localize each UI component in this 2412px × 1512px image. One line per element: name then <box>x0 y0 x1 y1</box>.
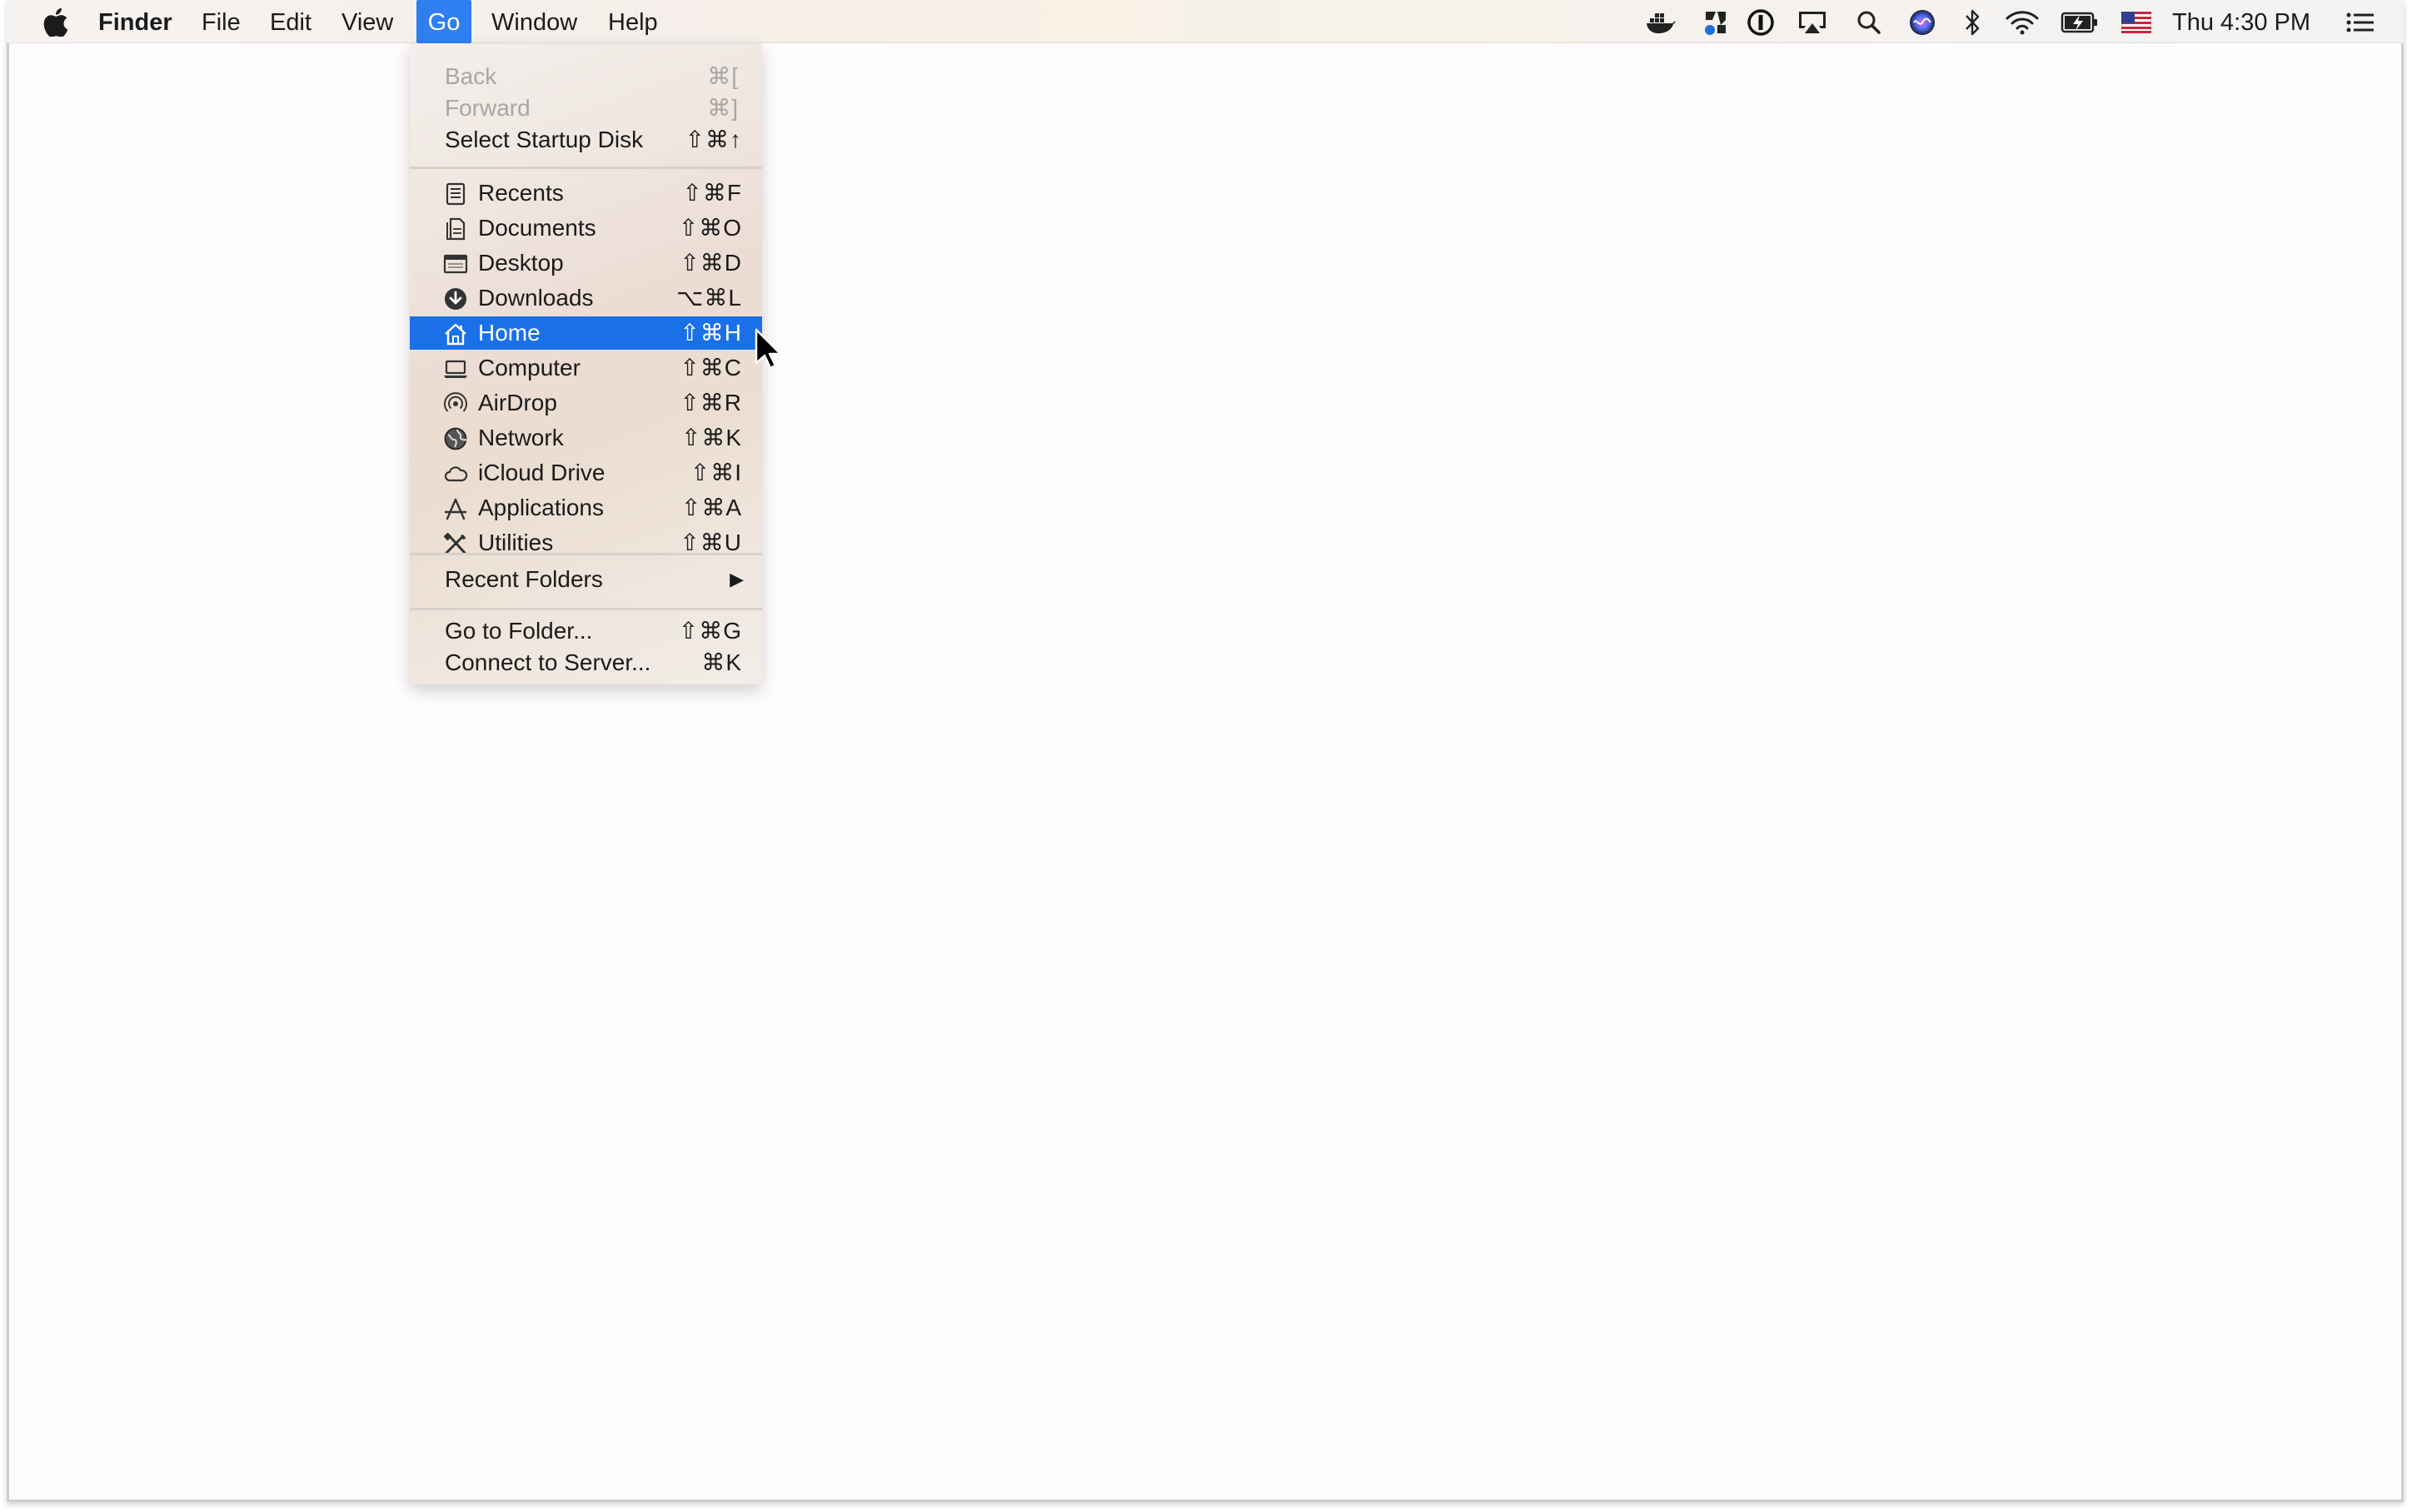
shortcut-label: ⇧⌘D <box>680 250 742 276</box>
shortcut-label: ⇧⌘F <box>682 180 742 206</box>
menu-item-label: Recent Folders <box>445 566 603 592</box>
menu-item-label: Desktop <box>478 250 564 276</box>
menu-item-label: Downloads <box>478 285 594 311</box>
team-icon[interactable] <box>1701 8 1731 37</box>
shortcut-label: ⇧⌘K <box>680 425 742 450</box>
icloud-icon <box>443 461 468 485</box>
menu-item-label: Recents <box>478 180 564 206</box>
menu-item-documents[interactable]: Documents ⇧⌘O <box>410 211 762 245</box>
menu-item-label: iCloud Drive <box>478 460 605 485</box>
menu-item-label: Go to Folder... <box>445 618 593 644</box>
apple-logo-icon[interactable] <box>43 0 73 43</box>
menu-item-applications[interactable]: Applications ⇧⌘A <box>410 491 762 525</box>
menubar-clock[interactable]: Thu 4:30 PM <box>2172 0 2310 43</box>
shortcut-label: ⇧⌘I <box>690 460 742 485</box>
menu-help[interactable]: Help <box>608 0 658 43</box>
shortcut-label: ⇧⌘H <box>680 320 742 346</box>
submenu-arrow-icon: ▶ <box>730 569 744 589</box>
menu-item-connect-to-server[interactable]: Connect to Server... ⌘K <box>410 646 762 679</box>
menu-item-label: Connect to Server... <box>445 649 651 675</box>
shortcut-label: ⌘] <box>707 95 739 121</box>
menu-view[interactable]: View <box>341 0 393 43</box>
menu-item-icloud-drive[interactable]: iCloud Drive ⇧⌘I <box>410 456 762 490</box>
menu-edit[interactable]: Edit <box>270 0 311 43</box>
menu-item-back[interactable]: Back ⌘[ <box>410 60 762 93</box>
menu-item-label: Computer <box>478 355 581 380</box>
recents-icon <box>443 182 468 206</box>
menu-separator <box>410 167 762 169</box>
shortcut-label: ⌥⌘L <box>676 285 742 311</box>
airplay-icon[interactable] <box>1796 8 1829 37</box>
menu-item-label: Back <box>445 63 497 89</box>
shortcut-label: ⌘[ <box>707 63 739 89</box>
menu-item-label: AirDrop <box>478 390 557 415</box>
menu-item-computer[interactable]: Computer ⇧⌘C <box>410 351 762 385</box>
downloads-icon <box>443 286 468 310</box>
menu-item-label: Documents <box>478 215 596 241</box>
menu-separator <box>410 608 762 610</box>
notification-center-icon[interactable] <box>2344 8 2377 37</box>
1password-icon[interactable] <box>1746 8 1776 37</box>
menu-go[interactable]: Go <box>416 0 471 43</box>
shortcut-label: ⌘K <box>701 649 742 675</box>
siri-icon[interactable] <box>1907 8 1937 37</box>
applications-icon <box>443 496 468 520</box>
menu-item-label: Network <box>478 425 564 450</box>
menu-item-desktop[interactable]: Desktop ⇧⌘D <box>410 246 762 280</box>
menu-bar: Finder File Edit View Go Window Help Thu… <box>7 0 2404 43</box>
menu-item-label: Applications <box>478 495 604 520</box>
shortcut-label: ⇧⌘C <box>680 355 742 380</box>
us-flag-input-icon[interactable] <box>2120 8 2152 37</box>
shortcut-label: ⇧⌘A <box>680 495 742 520</box>
utilities-icon <box>443 531 468 555</box>
menu-item-select-startup-disk[interactable]: Select Startup Disk ⇧⌘↑ <box>410 123 762 157</box>
menu-separator <box>410 553 762 555</box>
wifi-icon[interactable] <box>2004 8 2041 37</box>
menu-item-airdrop[interactable]: AirDrop ⇧⌘R <box>410 386 762 420</box>
mouse-pointer-icon <box>755 328 782 370</box>
home-icon <box>443 321 468 346</box>
shortcut-label: ⇧⌘G <box>678 618 742 644</box>
menu-window[interactable]: Window <box>491 0 577 43</box>
menu-file[interactable]: File <box>202 0 241 43</box>
shortcut-label: ⇧⌘R <box>680 390 742 415</box>
menu-item-label: Forward <box>445 95 531 121</box>
desktop-area <box>7 0 2404 1502</box>
menu-item-recents[interactable]: Recents ⇧⌘F <box>410 177 762 210</box>
docker-icon[interactable] <box>1644 8 1677 37</box>
bluetooth-icon[interactable] <box>1961 8 1984 37</box>
shortcut-label: ⇧⌘O <box>678 215 742 241</box>
go-menu-dropdown: Back ⌘[ Forward ⌘] Select Startup Disk ⇧… <box>410 43 762 684</box>
spotlight-search-icon[interactable] <box>1854 8 1884 37</box>
battery-icon[interactable] <box>2061 8 2099 37</box>
menu-item-recent-folders[interactable]: Recent Folders ▶ <box>410 563 762 596</box>
menu-item-go-to-folder[interactable]: Go to Folder... ⇧⌘G <box>410 614 762 648</box>
menu-item-network[interactable]: Network ⇧⌘K <box>410 421 762 455</box>
app-name-finder[interactable]: Finder <box>98 0 172 43</box>
computer-icon <box>443 356 468 380</box>
airdrop-icon <box>443 391 468 415</box>
desktop-icon <box>443 251 468 275</box>
shortcut-label: ⇧⌘↑ <box>685 127 742 152</box>
menu-item-forward[interactable]: Forward ⌘] <box>410 92 762 125</box>
menu-item-label: Home <box>478 320 541 346</box>
documents-icon <box>443 216 468 241</box>
menu-item-label: Select Startup Disk <box>445 127 644 152</box>
network-icon <box>443 426 468 450</box>
menu-item-downloads[interactable]: Downloads ⌥⌘L <box>410 281 762 315</box>
menu-item-home[interactable]: Home ⇧⌘H <box>410 316 762 350</box>
